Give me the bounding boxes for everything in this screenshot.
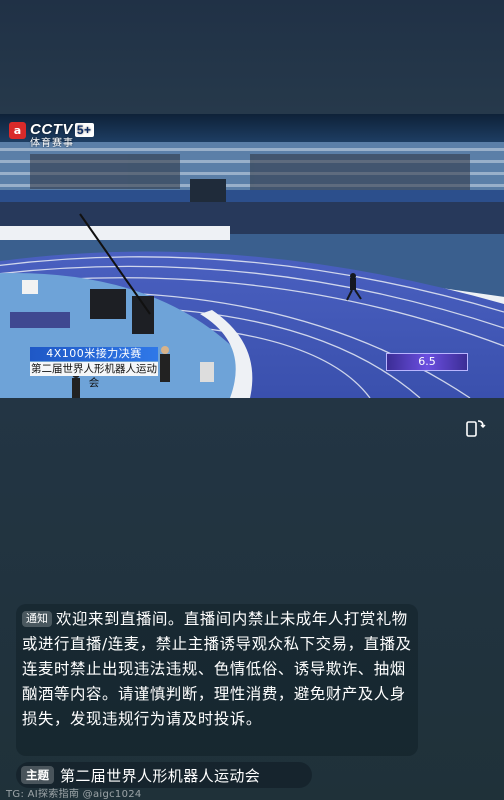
live-notice: 通知 欢迎来到直播间。直播间内禁止未成年人打赏礼物或进行直播/连麦，禁止主播诱导观… xyxy=(16,604,418,756)
channel-badge-icon: a xyxy=(9,122,26,139)
screen-rotate-icon xyxy=(466,420,486,437)
channel-number: 5+ xyxy=(74,123,94,137)
event-caption: 4X100米接力决赛 第二届世界人形机器人运动会 xyxy=(30,347,158,389)
notice-text: 欢迎来到直播间。直播间内禁止未成年人打赏礼物或进行直播/连麦，禁止主播诱导观众私… xyxy=(22,610,412,728)
live-video-player[interactable]: a CCTV 5+ 体育赛事 4X100米接力决赛 第二届世界人形机器人运动会 6… xyxy=(0,114,504,398)
channel-subtitle: 体育赛事 xyxy=(30,138,74,149)
event-caption-title: 4X100米接力决赛 xyxy=(30,347,158,361)
photographer xyxy=(160,346,170,382)
screen-rotate-button[interactable] xyxy=(462,415,488,441)
topic-tag: 主题 xyxy=(21,766,54,784)
channel-logo: a CCTV 5+ 体育赛事 xyxy=(9,122,94,149)
event-caption-meet: 第二届世界人形机器人运动会 xyxy=(30,362,158,389)
topic-text: 第二届世界人形机器人运动会 xyxy=(60,766,261,785)
watermark: TG: AI探索指南 @aigc1024 xyxy=(6,789,142,800)
notice-tag: 通知 xyxy=(22,611,52,627)
channel-logo-text: CCTV xyxy=(30,121,73,138)
speed-readout: 6.5 xyxy=(386,353,468,371)
